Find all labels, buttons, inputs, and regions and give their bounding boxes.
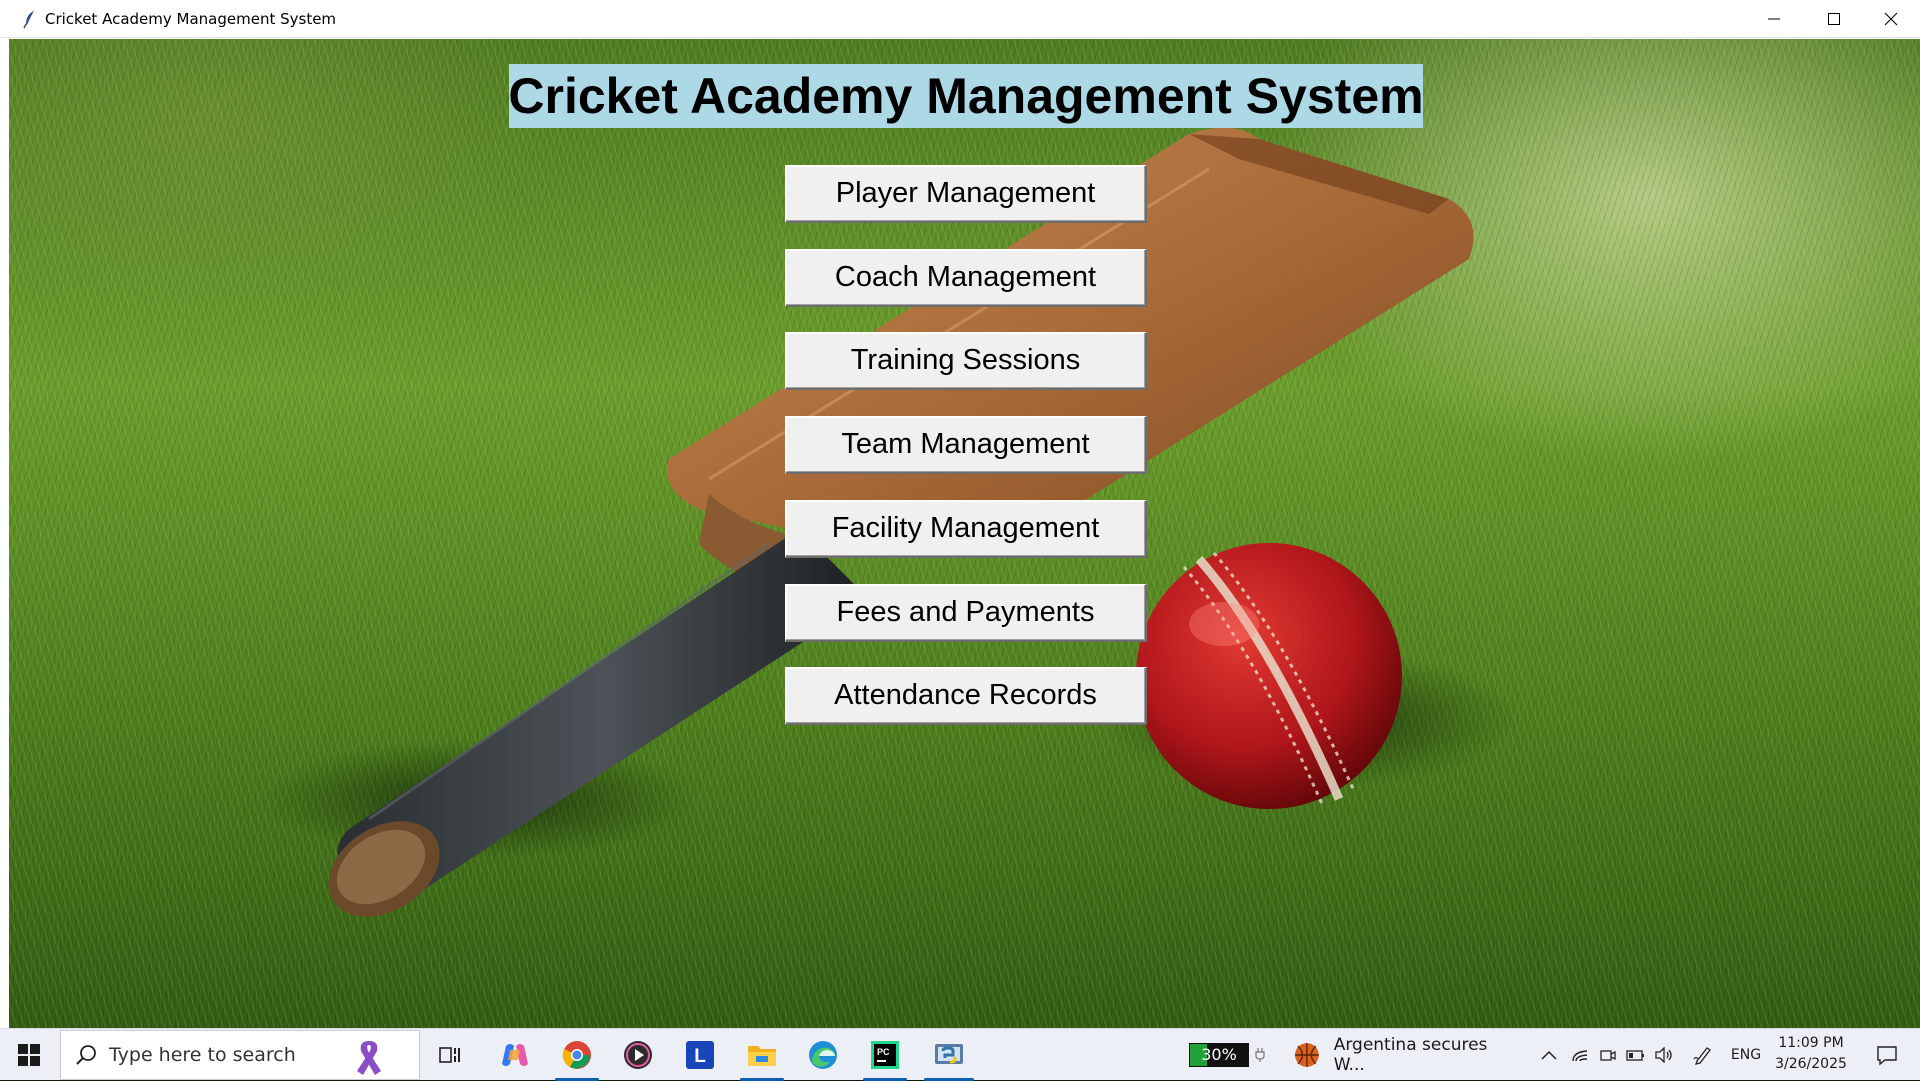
notification-icon bbox=[1877, 1046, 1897, 1066]
edge-button[interactable] bbox=[797, 1029, 849, 1081]
search-icon bbox=[76, 1045, 96, 1065]
edge-icon bbox=[809, 1041, 837, 1069]
python-app-button[interactable] bbox=[920, 1029, 978, 1081]
search-placeholder: Type here to search bbox=[109, 1044, 296, 1066]
basketball-icon bbox=[1294, 1043, 1319, 1067]
fees-and-payments-button[interactable]: Fees and Payments bbox=[785, 584, 1147, 642]
chrome-button[interactable] bbox=[551, 1029, 603, 1081]
battery-percent: 30% bbox=[1201, 1045, 1237, 1064]
network-button[interactable] bbox=[1568, 1029, 1592, 1081]
app-window: Cricket Academy Management System Cricke… bbox=[0, 0, 1920, 1028]
file-explorer-icon bbox=[748, 1046, 776, 1066]
python-app-icon bbox=[935, 1044, 963, 1064]
player-management-button[interactable]: Player Management bbox=[785, 165, 1147, 223]
speaker-icon bbox=[1655, 1047, 1672, 1063]
chrome-icon bbox=[562, 1041, 591, 1069]
volume-button[interactable] bbox=[1652, 1029, 1676, 1081]
camera-icon bbox=[1600, 1050, 1616, 1061]
title-bar[interactable]: Cricket Academy Management System bbox=[0, 0, 1920, 38]
taskbar: Type here to search L PC 30% Argentina s… bbox=[0, 1028, 1920, 1081]
news-headline: Argentina secures W... bbox=[1333, 1035, 1488, 1075]
main-canvas: Cricket Academy Management System Player… bbox=[9, 39, 1920, 1028]
close-button[interactable] bbox=[1862, 0, 1920, 38]
battery-icon bbox=[1626, 1050, 1644, 1061]
maximize-button[interactable] bbox=[1805, 0, 1863, 38]
task-view-icon bbox=[439, 1047, 460, 1063]
l-app-icon: L bbox=[686, 1041, 714, 1069]
task-view-button[interactable] bbox=[428, 1029, 472, 1081]
taskbar-search-box[interactable]: Type here to search bbox=[60, 1030, 420, 1080]
attendance-records-button[interactable]: Attendance Records bbox=[785, 667, 1147, 725]
feather-icon bbox=[23, 11, 34, 29]
copilot-button[interactable] bbox=[490, 1029, 540, 1081]
battery-indicator[interactable]: 30% bbox=[1186, 1029, 1268, 1081]
window-title: Cricket Academy Management System bbox=[45, 10, 337, 28]
media-player-icon bbox=[624, 1041, 652, 1069]
file-explorer-button[interactable] bbox=[736, 1029, 788, 1081]
meet-now-button[interactable] bbox=[1596, 1029, 1620, 1081]
windows-logo-icon bbox=[18, 1044, 40, 1066]
show-hidden-icons-button[interactable] bbox=[1536, 1029, 1562, 1081]
wifi-icon bbox=[1572, 1050, 1588, 1062]
news-widget[interactable]: Argentina secures W... bbox=[1292, 1029, 1522, 1081]
l-app-button[interactable]: L bbox=[674, 1029, 726, 1081]
minimize-button[interactable] bbox=[1745, 0, 1803, 38]
pen-menu-button[interactable] bbox=[1690, 1029, 1716, 1081]
clock-time: 11:09 PM bbox=[1778, 1035, 1844, 1051]
facility-management-button[interactable]: Facility Management bbox=[785, 500, 1147, 558]
media-player-button[interactable] bbox=[612, 1029, 664, 1081]
svg-text:L: L bbox=[694, 1046, 706, 1067]
language-indicator[interactable]: ENG bbox=[1724, 1029, 1768, 1081]
svg-text:PC: PC bbox=[877, 1047, 890, 1057]
maximize-icon bbox=[1828, 13, 1840, 25]
coach-management-button[interactable]: Coach Management bbox=[785, 249, 1147, 307]
team-management-button[interactable]: Team Management bbox=[785, 416, 1147, 474]
battery-button[interactable] bbox=[1624, 1029, 1648, 1081]
plug-icon bbox=[1255, 1048, 1265, 1062]
minimize-icon bbox=[1768, 18, 1780, 20]
app-heading: Cricket Academy Management System bbox=[508, 64, 1424, 128]
clock-date: 3/26/2025 bbox=[1775, 1056, 1847, 1072]
training-sessions-button[interactable]: Training Sessions bbox=[785, 332, 1147, 390]
chevron-up-icon bbox=[1541, 1050, 1557, 1060]
battery-bar: 30% bbox=[1189, 1043, 1249, 1067]
awareness-ribbon-icon bbox=[357, 1041, 381, 1075]
pycharm-button[interactable]: PC bbox=[859, 1029, 911, 1081]
language-text: ENG bbox=[1730, 1047, 1762, 1063]
pen-icon bbox=[1693, 1047, 1711, 1065]
close-icon bbox=[1884, 12, 1898, 26]
copilot-icon bbox=[502, 1044, 528, 1066]
pycharm-icon: PC bbox=[871, 1041, 899, 1069]
start-button[interactable] bbox=[0, 1029, 58, 1081]
notifications-button[interactable] bbox=[1862, 1029, 1912, 1081]
clock[interactable]: 11:09 PM 3/26/2025 bbox=[1768, 1033, 1854, 1075]
